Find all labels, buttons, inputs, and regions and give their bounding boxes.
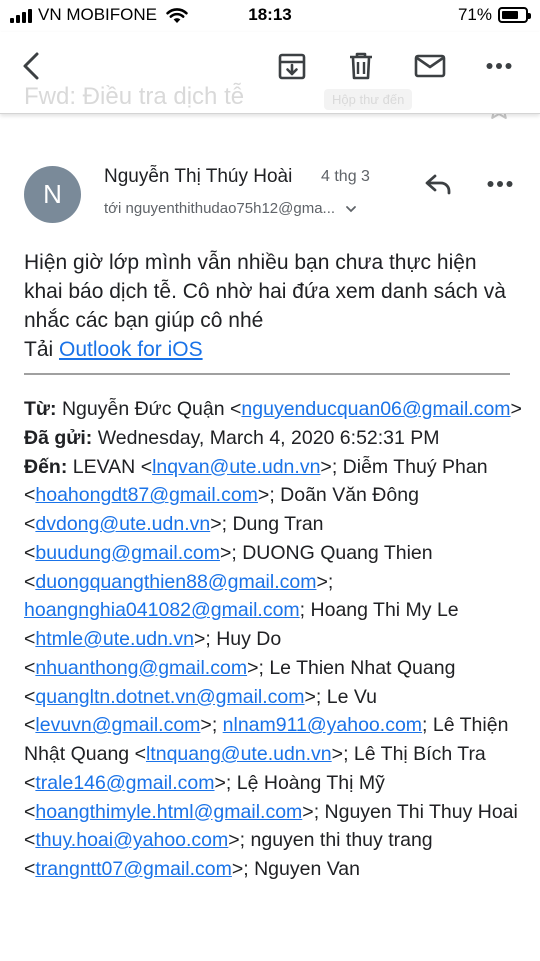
recipient-name: Le Vu <box>326 685 377 708</box>
quote-divider <box>24 373 510 375</box>
battery-icon <box>498 7 531 23</box>
status-bar: VN MOBIFONE 18:13 71% <box>0 0 540 32</box>
more-options-button[interactable] <box>479 46 519 86</box>
recipient-name: Le Thien Nhat Quang <box>269 656 456 679</box>
recipient-name: Diễm Thuý Phan <box>342 455 488 478</box>
sender-avatar: N <box>24 166 81 223</box>
recipient-email-link[interactable]: trale146@gmail.com <box>35 772 214 794</box>
outlook-ios-link[interactable]: Outlook for iOS <box>59 338 203 361</box>
from-email-link[interactable]: nguyenducquan06@gmail.com <box>241 398 510 420</box>
chevron-down-icon <box>346 206 357 213</box>
mark-unread-button[interactable] <box>410 46 450 86</box>
message-body-text: Hiện giờ lớp mình vẫn nhiều bạn chưa thự… <box>24 251 506 332</box>
to-recipient-list: LEVAN <lnqvan@ute.udn.vn>; Diễm Thuý Pha… <box>24 456 518 881</box>
sender-name[interactable]: Nguyễn Thị Thúy Hoài <box>104 166 292 188</box>
inbox-label-faded: Hộp thư đến <box>324 89 413 110</box>
to-recipient: Nguyen Van <box>254 858 360 880</box>
from-name: Nguyễn Đức Quận <box>61 398 225 420</box>
message-date: 4 thg 3 <box>321 168 370 185</box>
more-horizontal-icon <box>487 181 513 187</box>
signature-prefix: Tải <box>24 338 54 361</box>
recipient-email-link[interactable]: quangltn.dotnet.vn@gmail.com <box>35 686 304 708</box>
recipient-email-link[interactable]: hoahongdt87@gmail.com <box>35 484 258 506</box>
recipient-email-link[interactable]: nlnam911@yahoo.com <box>223 714 422 736</box>
recipient-name: DUONG Quang Thien <box>242 541 433 564</box>
recipient-details-toggle[interactable]: tới nguyenthithudao75h12@gma... <box>104 200 404 217</box>
recipient-name: Lệ Hoàng Thị Mỹ <box>236 771 385 794</box>
recipient-name: Doãn Văn Đông <box>280 484 419 507</box>
recipient-email-link[interactable]: levuvn@gmail.com <box>35 714 200 736</box>
recipient-email-link[interactable]: buudung@gmail.com <box>35 542 220 564</box>
message-toolbar: Fwd: Điều tra dịch tễ Hộp thư đến <box>0 32 540 114</box>
mail-icon <box>414 54 446 78</box>
recipient-email-link[interactable]: hoangthimyle.html@gmail.com <box>35 801 302 823</box>
recipient-email-link[interactable]: nhuanthong@gmail.com <box>35 657 247 679</box>
from-label: Từ: <box>24 398 57 420</box>
recipient-name: Huy Do <box>216 628 282 650</box>
to-recipient: nlnam911@yahoo.com; <box>222 714 433 737</box>
reply-icon <box>425 174 451 195</box>
recipient-summary: tới nguyenthithudao75h12@gma... <box>104 200 336 217</box>
recipient-email-link[interactable]: trangntt07@gmail.com <box>35 858 231 880</box>
message-more-button[interactable] <box>482 168 518 200</box>
reply-button[interactable] <box>418 166 458 202</box>
recipient-name: Lê Thị Bích Tra <box>353 743 486 765</box>
delete-button[interactable] <box>341 46 381 86</box>
recipient-email-link[interactable]: duongquangthien88@gmail.com <box>35 571 316 593</box>
back-button[interactable] <box>12 46 52 86</box>
recipient-email-link[interactable]: hoangnghia041082@gmail.com <box>24 599 300 621</box>
sent-value: Wednesday, March 4, 2020 6:52:31 PM <box>97 426 440 449</box>
archive-icon <box>278 53 306 80</box>
recipient-name: Hoang Thi My Le <box>310 599 459 622</box>
more-horizontal-icon <box>486 63 512 69</box>
message-body: Hiện giờ lớp mình vẫn nhiều bạn chưa thự… <box>24 248 520 364</box>
forwarded-headers: Từ: Nguyễn Đức Quận <nguyenducquan06@gma… <box>24 398 522 881</box>
chevron-left-icon <box>23 52 39 80</box>
recipient-name: Nguyen Thi Thuy Hoai <box>324 800 518 823</box>
recipient-email-link[interactable]: thuy.hoai@yahoo.com <box>35 829 228 851</box>
recipient-name: Nguyen Van <box>254 858 360 880</box>
to-label: Đến: <box>24 455 68 478</box>
archive-button[interactable] <box>272 46 312 86</box>
recipient-name: Dung Tran <box>232 513 324 535</box>
recipient-email-link[interactable]: htmle@ute.udn.vn <box>35 628 194 650</box>
recipient-email-link[interactable]: ltnquang@ute.udn.vn <box>146 743 332 765</box>
recipient-email-link[interactable]: lnqvan@ute.udn.vn <box>152 456 320 478</box>
battery-percent: 71% <box>457 5 492 24</box>
to-recipient: hoangnghia041082@gmail.com; <box>24 599 311 622</box>
to-recipient: LEVAN <lnqvan@ute.udn.vn>; <box>72 455 343 478</box>
sent-label: Đã gửi: <box>24 426 93 449</box>
recipient-name: nguyen thi thuy trang <box>250 829 433 852</box>
recipient-name: LEVAN <box>72 455 136 478</box>
recipient-email-link[interactable]: dvdong@ute.udn.vn <box>35 513 210 535</box>
trash-icon <box>350 52 372 80</box>
subject-faded: Fwd: Điều tra dịch tễ <box>24 83 245 110</box>
